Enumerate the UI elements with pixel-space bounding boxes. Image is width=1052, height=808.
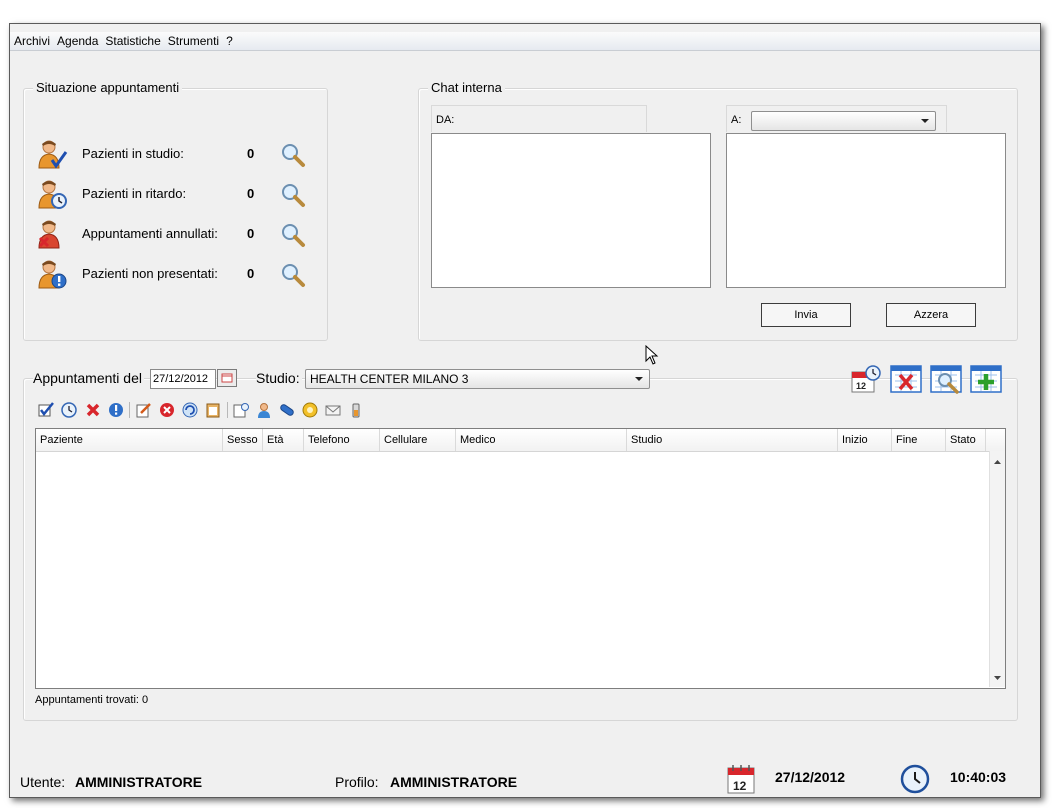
column-header-sesso[interactable]: Sesso [223,429,263,451]
user-icon[interactable] [256,402,272,418]
stat-row-in-studio: Pazienti in studio: 0 [36,136,326,172]
appointments-found-count: Appuntamenti trovati: 0 [35,694,149,706]
calendar-day-text: 12 [733,779,747,793]
chevron-down-icon [635,377,643,381]
svg-text:12: 12 [856,381,866,391]
appointments-table: Paziente Sesso Età Telefono Cellulare Me… [35,428,1006,689]
patient-cancel-icon [38,220,60,249]
stat-row-late: Pazienti in ritardo: 0 [36,176,326,212]
chat-recipient-select[interactable] [751,111,936,131]
chat-group: Chat interna DA: A: Invia Azzera [418,80,1018,341]
chat-from-header: DA: [431,105,647,132]
chevron-down-icon [921,119,929,123]
stat-label: Appuntamenti annullati: [82,226,218,241]
clock-icon[interactable] [61,402,77,418]
scroll-up-icon[interactable] [990,457,1005,467]
calendar-icon: 12 [727,765,755,794]
column-header-studio[interactable]: Studio [627,429,838,451]
stat-value: 0 [247,266,255,281]
search-icon[interactable] [280,262,306,288]
alert-icon[interactable] [108,402,124,418]
menu-help[interactable]: ? [226,34,233,48]
toolbar-divider [227,402,228,418]
appointments-date-field[interactable]: 27/12/2012 [150,369,216,389]
column-header-inizio[interactable]: Inizio [838,429,892,451]
add-appointment-icon[interactable] [970,364,1002,394]
chat-to-label: A: [731,114,742,126]
chat-title: Chat interna [428,80,505,95]
column-header-paziente[interactable]: Paziente [36,429,223,451]
mail-icon[interactable] [325,402,341,418]
situation-group: Situazione appuntamenti Pazienti in stud… [23,80,328,341]
chat-from-area[interactable] [431,133,711,288]
column-header-fine[interactable]: Fine [892,429,946,451]
patient-check-icon [38,140,68,169]
form-icon[interactable] [233,402,249,418]
chat-from-label: DA: [436,114,455,126]
menu-agenda[interactable]: Agenda [57,34,98,48]
mouse-cursor-icon [645,345,659,365]
column-header-telefono[interactable]: Telefono [304,429,380,451]
battery-icon[interactable] [348,402,364,418]
user-value: AMMINISTRATORE [75,774,203,790]
refresh-icon[interactable] [182,402,198,418]
coin-icon[interactable] [302,402,318,418]
stat-label: Pazienti in studio: [82,146,184,161]
chat-to-header: A: [726,105,947,132]
calendar-picker-icon[interactable] [217,369,237,387]
status-time: 10:40:03 [950,769,1007,785]
scroll-down-icon[interactable] [990,673,1005,683]
stat-value: 0 [247,226,255,241]
stat-value: 0 [247,186,255,201]
menu-archivi[interactable]: Archivi [14,34,50,48]
studio-select[interactable]: HEALTH CENTER MILANO 3 [305,369,650,389]
stat-row-cancelled: Appuntamenti annullati: 0 [36,216,326,252]
search-appointment-icon[interactable] [930,364,962,394]
situation-title: Situazione appuntamenti [33,80,183,95]
table-header: Paziente Sesso Età Telefono Cellulare Me… [36,429,1005,452]
appointments-date-label: Appuntamenti del [33,370,144,386]
clipboard-icon[interactable] [205,402,221,418]
edit-icon[interactable] [136,402,152,418]
delete-appointment-icon[interactable] [890,364,922,394]
user-label: Utente: [20,774,66,790]
search-icon[interactable] [280,142,306,168]
appointment-toolbar [38,402,378,418]
patient-alert-icon [38,260,67,289]
column-header-medico[interactable]: Medico [456,429,627,451]
chat-message-area[interactable] [726,133,1006,288]
appointments-date-value: 27/12/2012 [153,373,209,385]
table-scrollbar[interactable] [989,451,1005,687]
reset-button[interactable]: Azzera [886,303,976,327]
stat-value: 0 [247,146,255,161]
clock-icon [900,764,930,794]
calendar-today-icon[interactable]: 12 [850,364,882,394]
menu-strumenti[interactable]: Strumenti [168,34,219,48]
pill-icon[interactable] [279,402,295,418]
profile-value: AMMINISTRATORE [390,774,518,790]
column-header-eta[interactable]: Età [263,429,304,451]
stat-label: Pazienti in ritardo: [82,186,187,201]
send-button[interactable]: Invia [761,303,851,327]
column-header-cellulare[interactable]: Cellulare [380,429,456,451]
desktop-background [0,0,1052,24]
cancel-icon[interactable] [85,402,101,418]
search-icon[interactable] [280,222,306,248]
patient-clock-icon [38,180,67,209]
profile-label: Profilo: [335,774,379,790]
check-icon[interactable] [38,402,54,418]
main-window: Archivi Agenda Statistiche Strumenti ? S… [9,23,1041,798]
delete-icon[interactable] [159,402,175,418]
menu-statistiche[interactable]: Statistiche [105,34,160,48]
studio-label: Studio: [256,370,302,386]
studio-select-value: HEALTH CENTER MILANO 3 [310,372,469,386]
stat-label: Pazienti non presentati: [82,266,218,281]
toolbar-divider [129,402,130,418]
search-icon[interactable] [280,182,306,208]
menu-bar: Archivi Agenda Statistiche Strumenti ? [10,32,1040,51]
status-date: 27/12/2012 [775,769,846,785]
column-header-stato[interactable]: Stato [946,429,986,451]
stat-row-no-show: Pazienti non presentati: 0 [36,256,326,292]
